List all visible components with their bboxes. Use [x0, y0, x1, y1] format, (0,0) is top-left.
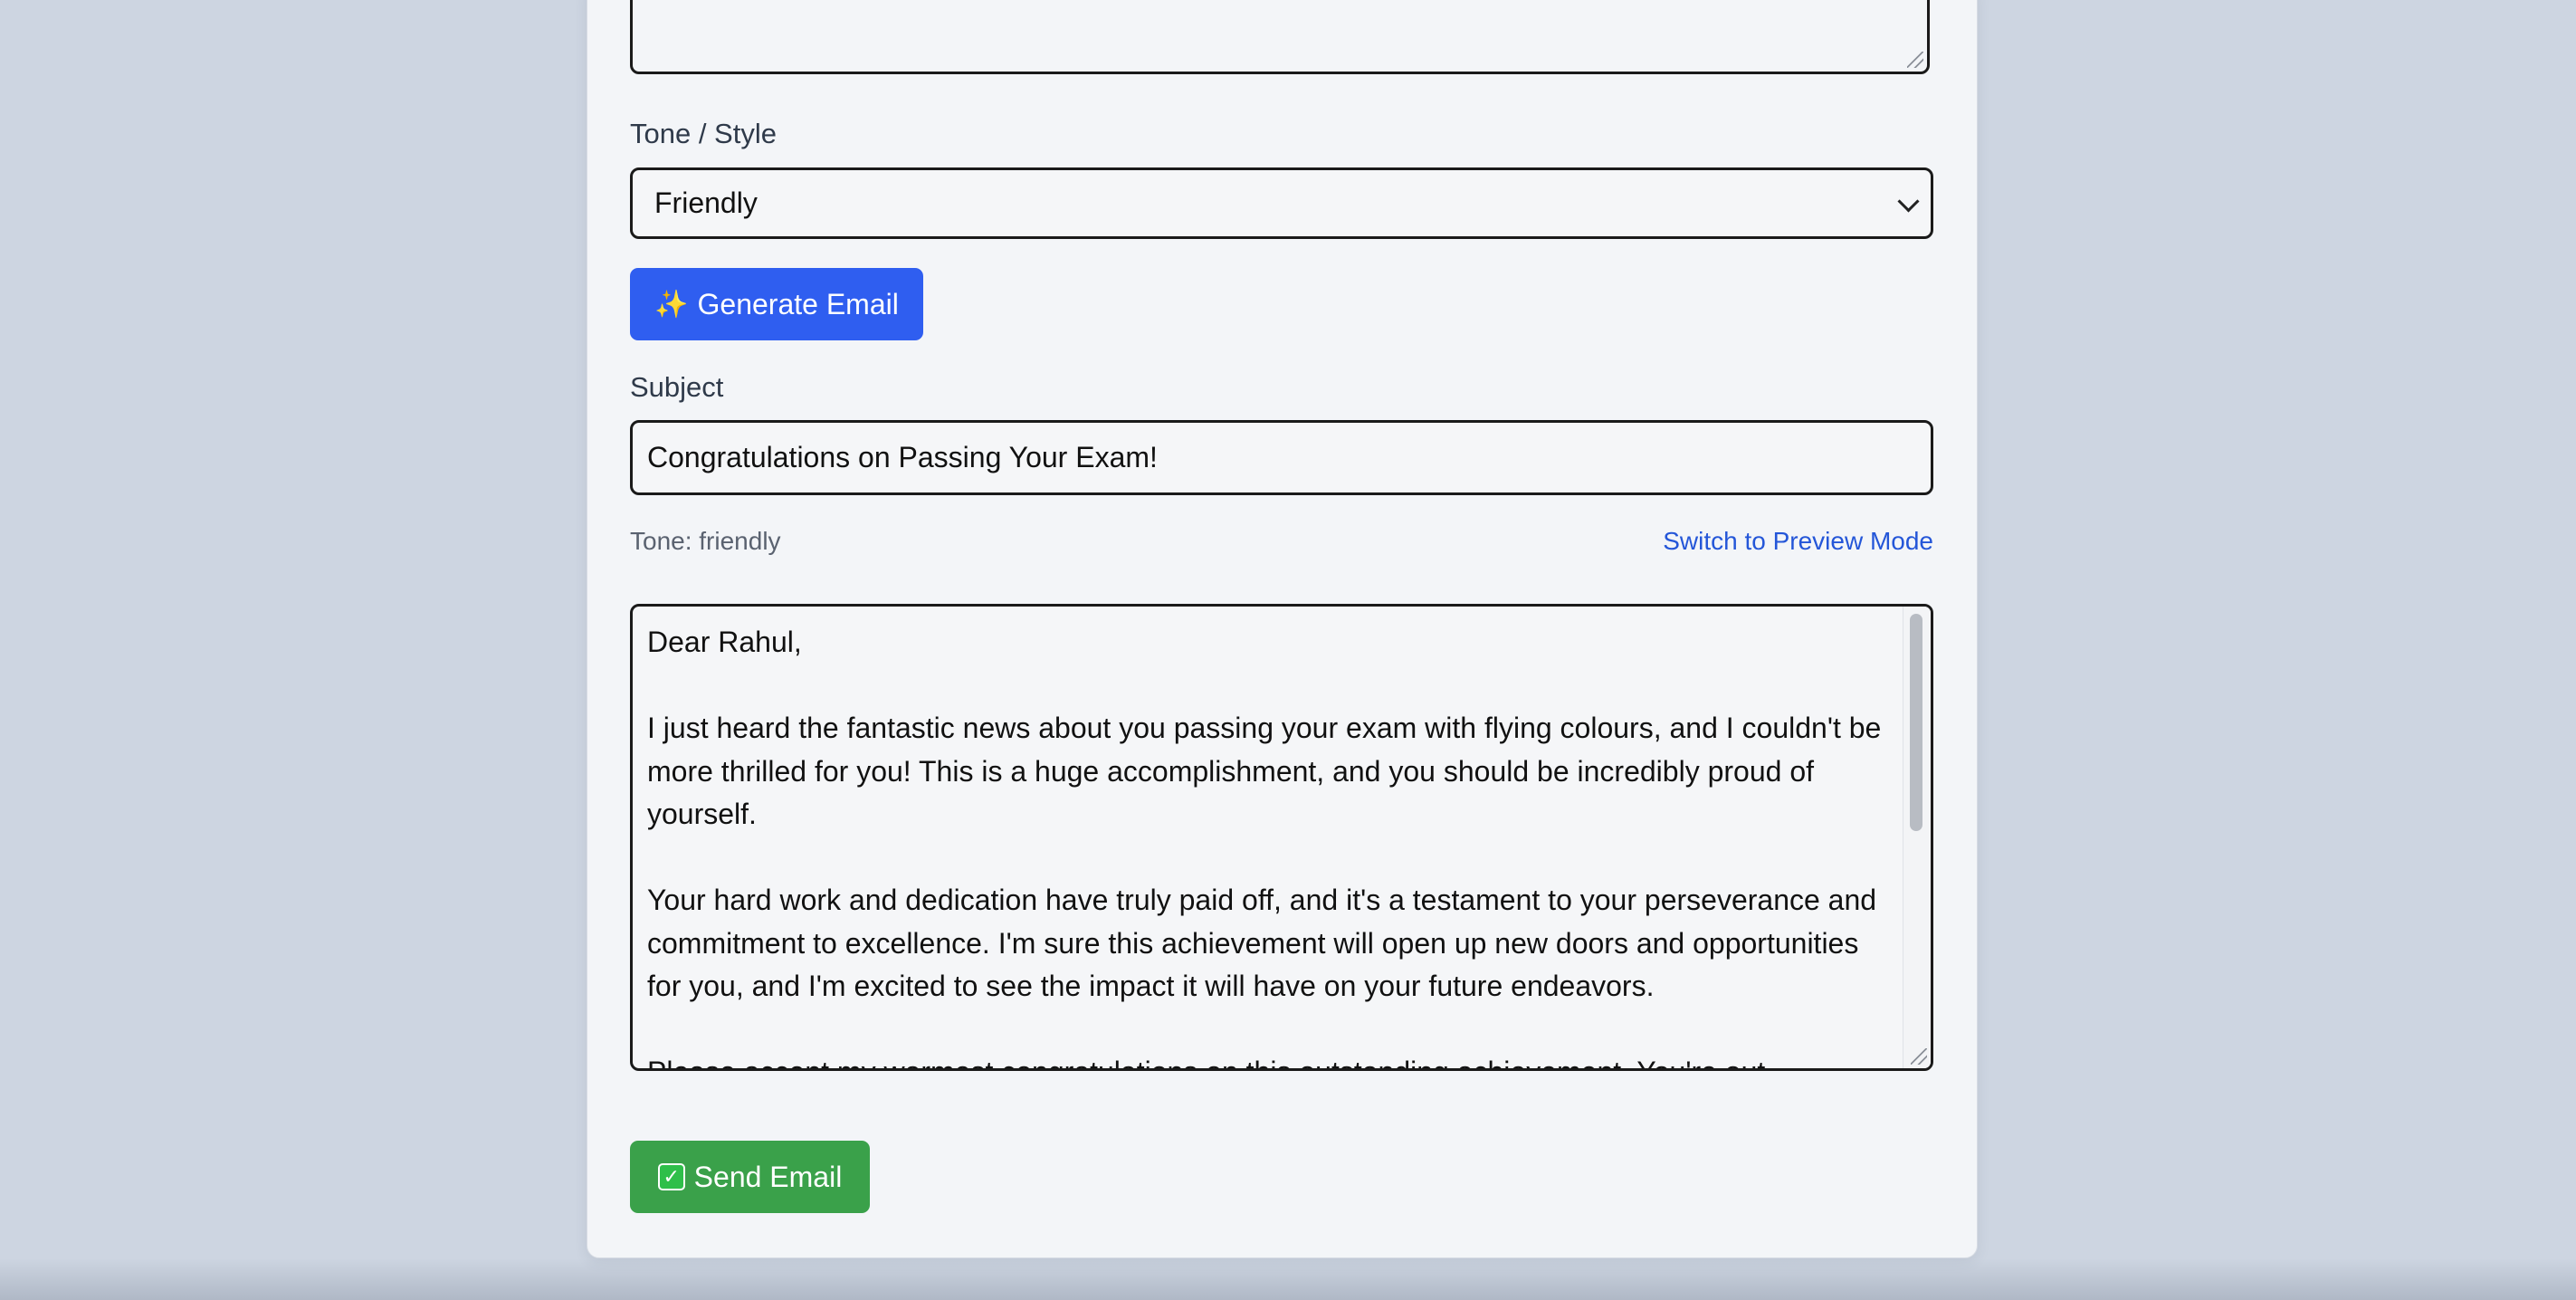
check-mark-icon: ✓	[657, 1163, 685, 1190]
tone-label: Tone / Style	[630, 118, 777, 149]
body-paragraph: Your hard work and dedication have truly…	[647, 884, 1877, 1002]
description-textarea[interactable]	[630, 0, 1930, 74]
subject-label: Subject	[630, 371, 724, 403]
sparkles-icon: ✨	[654, 289, 689, 320]
scrollbar-track[interactable]	[1903, 607, 1931, 1068]
tone-status-text: Tone: friendly	[630, 527, 781, 555]
scrollbar-thumb[interactable]	[1910, 614, 1922, 831]
switch-preview-link[interactable]: Switch to Preview Mode	[1663, 527, 1933, 556]
generate-email-label: Generate Email	[697, 287, 899, 320]
email-body-text: Dear Rahul, I just heard the fantastic n…	[647, 621, 1887, 1068]
body-paragraph: I just heard the fantastic news about yo…	[647, 712, 1882, 830]
send-email-button[interactable]: ✓ Send Email	[630, 1141, 870, 1213]
tone-select-value: Friendly	[654, 186, 758, 219]
resize-handle[interactable]	[1907, 52, 1923, 68]
subject-input[interactable]: Congratulations on Passing Your Exam!	[630, 420, 1933, 495]
resize-handle[interactable]	[1911, 1048, 1927, 1065]
body-paragraph: Dear Rahul,	[647, 626, 802, 658]
generate-email-button[interactable]: ✨ Generate Email	[630, 268, 923, 340]
tone-select[interactable]: Friendly	[630, 167, 1933, 239]
email-body-textarea[interactable]: Dear Rahul, I just heard the fantastic n…	[630, 604, 1933, 1071]
body-paragraph: Please accept my warmest congratulations…	[647, 1051, 1887, 1068]
window-bottom-shadow	[0, 1258, 2576, 1300]
subject-value: Congratulations on Passing Your Exam!	[647, 441, 1158, 473]
send-email-label: Send Email	[693, 1160, 843, 1193]
chevron-down-icon	[1897, 190, 1920, 213]
